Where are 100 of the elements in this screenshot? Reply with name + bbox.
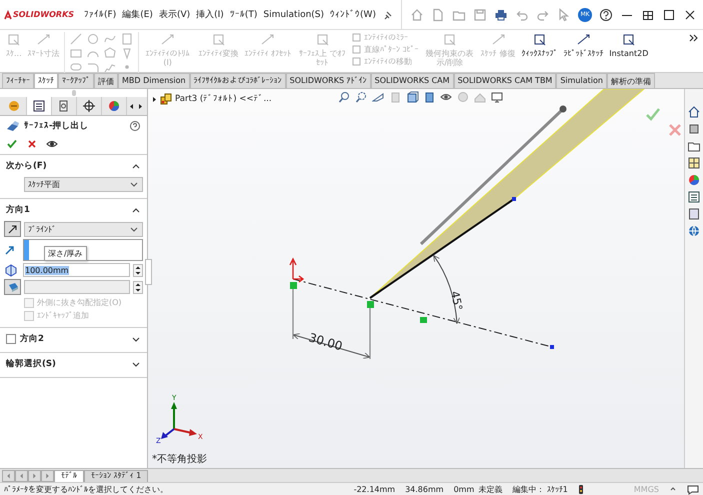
expand-arrow-icon[interactable] [151,94,157,104]
monitor-icon[interactable] [491,91,504,103]
menu-item[interactable]: ﾂｰﾙ(T) [230,9,258,20]
splitter-handle[interactable] [72,90,76,96]
draft-icon [6,281,18,293]
menu-item[interactable]: 編集(E) [122,8,153,21]
help-icon[interactable] [129,120,141,132]
spin-buttons-icon[interactable] [133,280,143,294]
menu-item[interactable]: 表示(V) [158,8,190,21]
grid-icon[interactable] [687,156,701,170]
previous-view-icon[interactable] [372,91,385,103]
menu-item[interactable]: Simulation(S) [263,10,324,20]
caret-icon[interactable] [669,486,677,492]
draft-angle-field[interactable] [24,280,130,294]
rebuild-light-icon[interactable] [578,484,584,494]
sketch-origin-icon [289,258,304,283]
logo-mark-icon [4,10,12,20]
section-title[interactable]: 次から(F) [6,160,47,172]
start-condition-dropdown[interactable]: ｽｹｯﾁ平面 [24,177,143,192]
zoom-area-icon[interactable] [355,91,368,103]
ribbon-tab[interactable]: MBD Dimension [118,73,190,88]
menu-item[interactable]: ｳｨﾝﾄﾞｳ(W) [330,9,376,20]
dropdown-caret-icon [129,180,139,189]
tool-icon [160,32,176,47]
relation-icon [290,282,297,289]
expand-icon[interactable] [688,32,699,44]
ribbon-tab[interactable]: ﾏｰｸｱｯﾌﾟ [58,73,94,88]
angle-value: 45° [448,290,465,312]
draft-button[interactable] [4,279,21,295]
expand-icon[interactable] [131,360,141,368]
app-logo: SOLIDWORKS [4,10,74,20]
tool-icon [314,32,330,47]
home-icon[interactable] [687,105,701,119]
view-orientation-icon[interactable] [406,91,419,103]
axis-triad-drawing [161,402,197,439]
coordinate-y: 34.86mm [405,484,444,494]
maximize-icon[interactable] [662,8,676,22]
zoom-to-fit-icon[interactable] [338,91,351,103]
tree-item[interactable]: Part3 (ﾃﾞﾌｫﾙﾄ) <<ﾃﾞ... [175,94,272,104]
surface-extrude-icon [6,120,20,132]
ribbon-tab[interactable]: 評価 [94,73,118,88]
comment-icon[interactable] [687,484,699,494]
ribbon-tab[interactable]: ｽｹｯﾁ [34,73,58,88]
menu-item[interactable]: 挿入(I) [196,8,224,21]
command-button[interactable]: ﾗﾋﾟｯﾄﾞｽｹｯﾁ [561,32,606,58]
editing-status: 編集中： ｽｹｯﾁ1 [512,484,568,494]
panel-title: ｻｰﾌｪｽ-押し出し [24,120,89,132]
ribbon-tab[interactable]: Simulation [556,73,607,88]
tool-icon [442,32,458,47]
view-name: *不等角投影 [152,452,207,466]
tooltip: 深さ/厚み [44,246,87,261]
tool-icon [6,32,22,47]
collapse-icon[interactable] [131,162,141,170]
ribbon-tab[interactable]: ﾌｨｰﾁｬｰ [2,73,34,88]
list-icon[interactable] [687,190,701,204]
ribbon-tab[interactable]: SOLIDWORKS CAM TBM [454,73,556,88]
crosshair-icon[interactable] [82,99,96,113]
expand-icon[interactable] [131,334,141,344]
printer-icon[interactable] [494,8,508,22]
document-tab[interactable]: ﾓｰｼｮﾝ ｽﾀﾃﾞｨ 1 [84,470,148,482]
dropdown-caret-icon [129,224,139,234]
document-tab[interactable]: ﾓﾃﾞﾙ [54,470,84,482]
section-title[interactable]: 方向2 [20,333,44,345]
spin-buttons-icon[interactable] [133,264,143,276]
section-title[interactable]: 方向1 [6,204,30,216]
tool-icon [532,32,547,47]
depth-field[interactable]: 100.00mm [23,263,130,277]
collapse-icon[interactable] [131,206,141,214]
help-icon[interactable] [599,8,613,22]
endpoint [550,345,554,349]
command-button[interactable]: Instant2D [607,32,650,58]
eye-icon[interactable] [46,138,58,150]
command-button[interactable]: ｸｨｯｸｽﾅｯﾌﾟ [519,32,560,58]
section-title[interactable]: 輪郭選択(S) [6,358,56,370]
hide-show-icon[interactable] [440,91,453,103]
relation-icon [367,301,374,308]
dimension-value: 30.00 [307,330,344,354]
tool-icon [36,32,52,47]
coordinate-x: -22.14mm [354,484,396,494]
sketch-status: 未定義 [478,484,502,494]
ribbon-tab[interactable]: 解析の準備 [606,73,655,88]
tool-icon [576,32,591,47]
checkmark-icon[interactable] [6,138,18,150]
panel-resize-handle[interactable] [145,259,152,285]
menu-item[interactable]: ﾌｧｲﾙ(F) [84,9,116,20]
close-icon[interactable] [683,8,697,22]
ribbon-tab[interactable]: ﾗｲﾌｻｲｸﾙおよびｺﾗﾎﾞﾚｰｼｮﾝ [190,73,286,88]
tool-icon [621,32,636,47]
color-wheel-icon[interactable] [687,173,701,187]
display-style-icon[interactable] [423,91,436,103]
ribbon-tab[interactable]: SOLIDWORKS ｱﾄﾞｲﾝ [286,73,371,88]
reverse-direction-button[interactable] [4,221,21,237]
tool-icon [351,56,362,67]
end-condition-dropdown[interactable]: ﾌﾞﾗｲﾝﾄﾞ [24,222,143,236]
ribbon-tab[interactable]: SOLIDWORKS CAM [370,73,454,88]
globe-icon[interactable] [687,224,701,238]
property-list-icon[interactable] [32,99,46,113]
coordinate-z: 0mm [454,484,474,494]
checkbox[interactable] [6,334,16,344]
pie-icon[interactable] [107,99,121,113]
